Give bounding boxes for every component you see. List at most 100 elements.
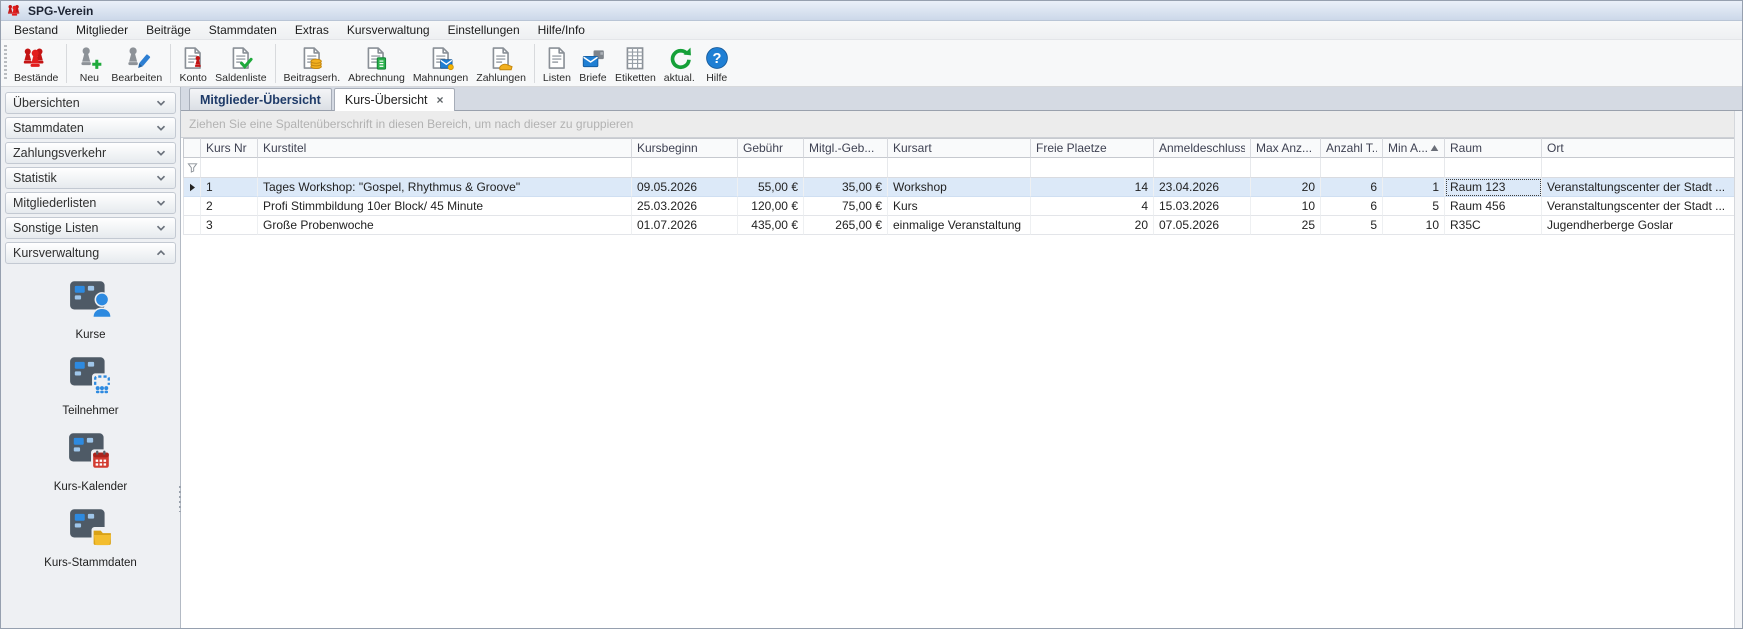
tab-kurs-uebersicht[interactable]: Kurs-Übersicht× <box>334 88 455 111</box>
filter-cell-anmeldeschluss[interactable] <box>1154 158 1251 178</box>
filter-cell-kurstitel[interactable] <box>258 158 632 178</box>
column-header-raum[interactable]: Raum <box>1445 138 1542 158</box>
cell-kursart[interactable]: Workshop <box>888 178 1031 197</box>
toolbar-button-bearbeiten[interactable]: Bearbeiten <box>107 41 166 86</box>
toolbar-drag-handle[interactable] <box>4 45 7 81</box>
cell-anmeldeschluss[interactable]: 15.03.2026 <box>1154 197 1251 216</box>
row-indicator-cell[interactable] <box>183 178 201 197</box>
cell-mitgl-geb[interactable]: 35,00 € <box>804 178 888 197</box>
filter-cell-ort[interactable] <box>1542 158 1736 178</box>
menu-item-einstellungen[interactable]: Einstellungen <box>439 21 529 39</box>
cell-ort[interactable]: Veranstaltungscenter der Stadt ... <box>1542 178 1736 197</box>
toolbar-button-konto[interactable]: Konto <box>175 41 211 86</box>
filter-cell-kursart[interactable] <box>888 158 1031 178</box>
toolbar-button-hilfe[interactable]: ?Hilfe <box>699 41 735 86</box>
cell-min-a[interactable]: 10 <box>1383 216 1445 235</box>
toolbar-button-aktual[interactable]: aktual. <box>660 41 699 86</box>
table-row[interactable]: 1Tages Workshop: "Gospel, Rhythmus & Gro… <box>183 178 1734 197</box>
cell-raum[interactable]: Raum 456 <box>1445 197 1542 216</box>
cell-kurs-nr[interactable]: 1 <box>201 178 258 197</box>
cell-kurs-nr[interactable]: 3 <box>201 216 258 235</box>
cell-kurs-nr[interactable]: 2 <box>201 197 258 216</box>
cell-freie-plaetze[interactable]: 4 <box>1031 197 1154 216</box>
menu-item-extras[interactable]: Extras <box>286 21 338 39</box>
menu-item-hilfe-info[interactable]: Hilfe/Info <box>529 21 594 39</box>
cell-mitgl-geb[interactable]: 75,00 € <box>804 197 888 216</box>
toolbar-button-zahlungen[interactable]: Zahlungen <box>472 41 530 86</box>
toolbar-button-bestaende[interactable]: Bestände <box>10 41 62 86</box>
filter-cell-raum[interactable] <box>1445 158 1542 178</box>
table-row[interactable]: 2Profi Stimmbildung 10er Block/ 45 Minut… <box>183 197 1734 216</box>
toolbar-button-briefe[interactable]: Briefe <box>575 41 611 86</box>
filter-cell-gebuehr[interactable] <box>738 158 804 178</box>
sidebar-item-kurs-kalender[interactable]: Kurs-Kalender <box>54 430 128 493</box>
cell-kurstitel[interactable]: Große Probenwoche <box>258 216 632 235</box>
cell-raum[interactable]: Raum 123 <box>1445 178 1542 197</box>
cell-max-anz[interactable]: 25 <box>1251 216 1321 235</box>
toolbar-button-beitragserh[interactable]: Beitragserh. <box>280 41 345 86</box>
menu-item-bestand[interactable]: Bestand <box>5 21 67 39</box>
sidebar-item-kurse[interactable]: Kurse <box>68 278 114 341</box>
column-header-anmeldeschluss[interactable]: Anmeldeschluss <box>1154 138 1251 158</box>
filter-cell-min-a[interactable] <box>1383 158 1445 178</box>
row-indicator-cell[interactable] <box>183 197 201 216</box>
filter-cell-mitgl-geb[interactable] <box>804 158 888 178</box>
cell-kurstitel[interactable]: Profi Stimmbildung 10er Block/ 45 Minute <box>258 197 632 216</box>
column-header-kursbeginn[interactable]: Kursbeginn <box>632 138 738 158</box>
filter-cell-freie-plaetze[interactable] <box>1031 158 1154 178</box>
sidebar-item-teilnehmer[interactable]: Teilnehmer <box>62 354 118 417</box>
cell-max-anz[interactable]: 10 <box>1251 197 1321 216</box>
filter-cell-kurs-nr[interactable] <box>201 158 258 178</box>
filter-cell-max-anz[interactable] <box>1251 158 1321 178</box>
cell-gebuehr[interactable]: 120,00 € <box>738 197 804 216</box>
cell-kursart[interactable]: einmalige Veranstaltung <box>888 216 1031 235</box>
vertical-scrollbar[interactable] <box>1734 111 1742 628</box>
sidebar-group-uebersichten[interactable]: Übersichten <box>5 92 176 114</box>
menu-item-beitraege[interactable]: Beiträge <box>137 21 200 39</box>
column-header-kurstitel[interactable]: Kurstitel <box>258 138 632 158</box>
column-header-anzahl-t[interactable]: Anzahl T... <box>1321 138 1383 158</box>
toolbar-button-abrechnung[interactable]: Abrechnung <box>344 41 409 86</box>
menu-item-stammdaten[interactable]: Stammdaten <box>200 21 286 39</box>
sidebar-item-kurs-stammdaten[interactable]: Kurs-Stammdaten <box>44 506 137 569</box>
cell-min-a[interactable]: 5 <box>1383 197 1445 216</box>
sidebar-group-mitgliederlisten[interactable]: Mitgliederlisten <box>5 192 176 214</box>
menu-item-kursverwaltung[interactable]: Kursverwaltung <box>338 21 439 39</box>
filter-cell-anzahl-t[interactable] <box>1321 158 1383 178</box>
sidebar-group-zahlungsverkehr[interactable]: Zahlungsverkehr <box>5 142 176 164</box>
cell-kursart[interactable]: Kurs <box>888 197 1031 216</box>
menu-item-mitglieder[interactable]: Mitglieder <box>67 21 137 39</box>
tab-mitglieder-uebersicht[interactable]: Mitglieder-Übersicht <box>189 88 332 110</box>
toolbar-button-listen[interactable]: Listen <box>539 41 575 86</box>
cell-ort[interactable]: Jugendherberge Goslar <box>1542 216 1736 235</box>
sidebar-group-kursverwaltung[interactable]: Kursverwaltung <box>5 242 176 264</box>
cell-kursbeginn[interactable]: 09.05.2026 <box>632 178 738 197</box>
cell-freie-plaetze[interactable]: 14 <box>1031 178 1154 197</box>
cell-ort[interactable]: Veranstaltungscenter der Stadt ... <box>1542 197 1736 216</box>
cell-gebuehr[interactable]: 435,00 € <box>738 216 804 235</box>
cell-mitgl-geb[interactable]: 265,00 € <box>804 216 888 235</box>
cell-anzahl-t[interactable]: 6 <box>1321 178 1383 197</box>
filter-cell-kursbeginn[interactable] <box>632 158 738 178</box>
column-header-kurs-nr[interactable]: Kurs Nr <box>201 138 258 158</box>
cell-freie-plaetze[interactable]: 20 <box>1031 216 1154 235</box>
cell-anmeldeschluss[interactable]: 23.04.2026 <box>1154 178 1251 197</box>
cell-raum[interactable]: R35C <box>1445 216 1542 235</box>
column-header-mitgl-geb[interactable]: Mitgl.-Geb... <box>804 138 888 158</box>
column-header-max-anz[interactable]: Max Anz... <box>1251 138 1321 158</box>
column-header-ort[interactable]: Ort <box>1542 138 1736 158</box>
cell-kursbeginn[interactable]: 25.03.2026 <box>632 197 738 216</box>
column-header-min-a[interactable]: Min A... <box>1383 138 1445 158</box>
close-icon[interactable]: × <box>437 94 444 106</box>
table-row[interactable]: 3Große Probenwoche01.07.2026435,00 €265,… <box>183 216 1734 235</box>
toolbar-button-saldenliste[interactable]: Saldenliste <box>211 41 270 86</box>
cell-kurstitel[interactable]: Tages Workshop: "Gospel, Rhythmus & Groo… <box>258 178 632 197</box>
sidebar-group-sonstige-listen[interactable]: Sonstige Listen <box>5 217 176 239</box>
column-header-kursart[interactable]: Kursart <box>888 138 1031 158</box>
cell-anmeldeschluss[interactable]: 07.05.2026 <box>1154 216 1251 235</box>
sidebar-group-stammdaten[interactable]: Stammdaten <box>5 117 176 139</box>
cell-gebuehr[interactable]: 55,00 € <box>738 178 804 197</box>
column-header-gebuehr[interactable]: Gebühr <box>738 138 804 158</box>
cell-anzahl-t[interactable]: 5 <box>1321 216 1383 235</box>
cell-min-a[interactable]: 1 <box>1383 178 1445 197</box>
